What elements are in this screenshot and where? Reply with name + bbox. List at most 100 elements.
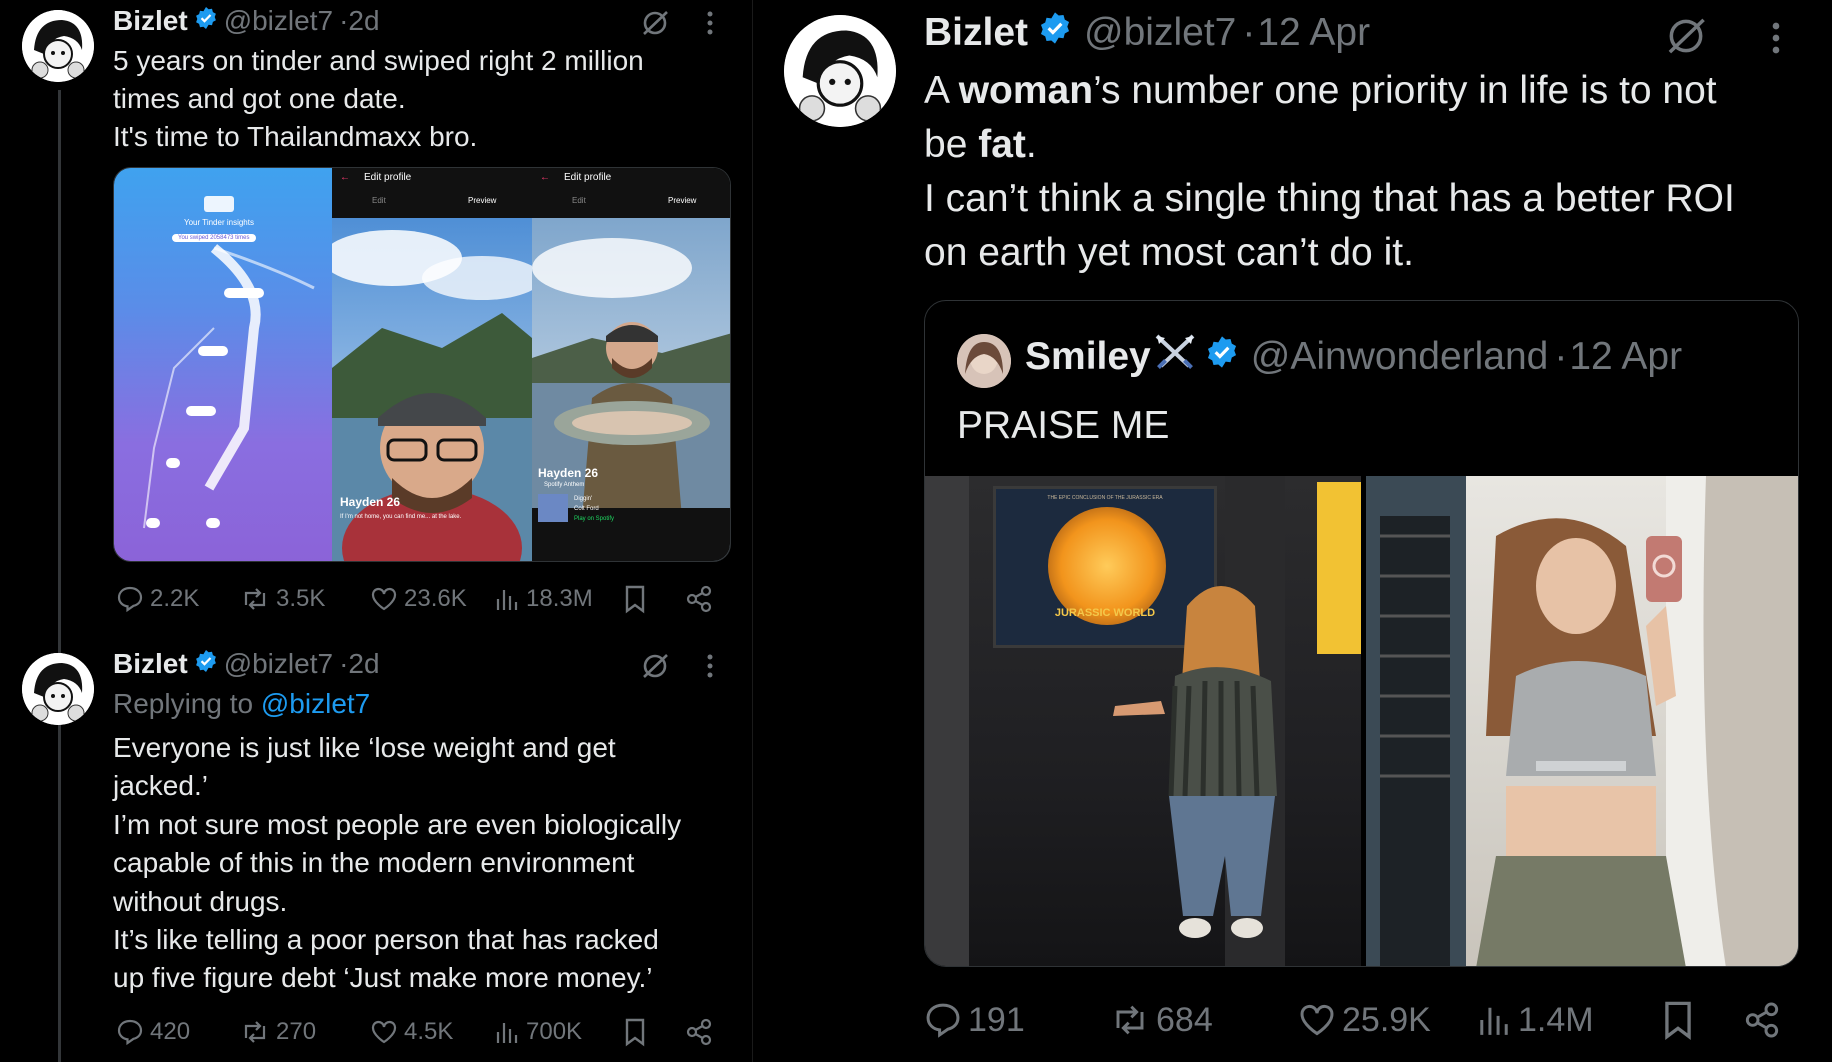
spotify-anthem-label: Spotify Anthem: [544, 482, 585, 488]
tweet-line: be fat.: [924, 118, 1804, 172]
avatar[interactable]: [22, 10, 94, 82]
tab-edit: Edit: [372, 196, 386, 205]
separator-dot: ·: [339, 648, 349, 679]
bookmark-button[interactable]: [622, 584, 648, 614]
author-handle[interactable]: @bizlet7: [1084, 11, 1236, 55]
more-options-icon[interactable]: [706, 8, 714, 43]
reply-icon: [117, 1019, 143, 1046]
replying-to: Replying to @bizlet7: [113, 688, 370, 720]
timestamp[interactable]: 2d: [348, 5, 379, 37]
tweet-line: Everyone is just like ‘lose weight and g…: [113, 732, 616, 763]
tweet-header: Bizlet @bizlet7 · 2d: [113, 4, 380, 38]
bookmark-icon: [625, 585, 645, 614]
analytics-icon: [496, 1023, 518, 1043]
quote-header: Smiley @Ainwonderland · 12 Apr: [1025, 334, 1682, 380]
views-button[interactable]: 18.3M: [494, 585, 593, 613]
tweet-actions: 420 270 4.5K 700K: [116, 1015, 736, 1049]
views-button[interactable]: 1.4M: [1476, 1001, 1594, 1040]
author-name[interactable]: Bizlet: [113, 648, 188, 680]
author-name[interactable]: Bizlet: [113, 5, 188, 37]
verified-badge-icon: [1205, 335, 1239, 379]
quote-tweet[interactable]: Smiley @Ainwonderland · 12 Apr PRAISE ME…: [924, 300, 1799, 967]
more-options-icon[interactable]: [1770, 18, 1782, 63]
funnel-graphic: [143, 196, 315, 529]
like-count: 25.9K: [1342, 1000, 1431, 1039]
like-count: 4.5K: [404, 1018, 454, 1045]
play-on-spotify: Play on Spotify: [574, 516, 615, 522]
author-name[interactable]: Bizlet: [924, 11, 1028, 55]
author-handle[interactable]: @bizlet7: [224, 5, 333, 37]
quote-timestamp[interactable]: 12 Apr: [1569, 335, 1682, 379]
quote-author-name[interactable]: Smiley: [1025, 335, 1151, 379]
repost-button[interactable]: 684: [1110, 1001, 1213, 1040]
profile-name-age: Hayden 26: [538, 466, 599, 480]
avatar[interactable]: [784, 15, 896, 127]
repost-button[interactable]: 270: [240, 1018, 316, 1046]
profile-photo-lake: [322, 218, 542, 561]
verified-badge-icon: [194, 648, 218, 680]
share-button[interactable]: [684, 1017, 714, 1047]
avatar[interactable]: [22, 653, 94, 725]
repost-count: 684: [1156, 1000, 1213, 1039]
tab-preview: Preview: [668, 196, 697, 205]
reply-button[interactable]: 191: [924, 1001, 1025, 1040]
selfie-scene: [1366, 476, 1798, 966]
column-divider: [752, 0, 753, 1062]
heart-icon: [1300, 1004, 1334, 1036]
profile-bio: If I'm not home, you can find me... at t…: [340, 514, 462, 520]
views-button[interactable]: 700K: [494, 1018, 582, 1046]
timestamp[interactable]: 12 Apr: [1257, 11, 1370, 55]
quote-avatar[interactable]: [957, 334, 1011, 388]
replying-to-label: Replying to: [113, 688, 254, 719]
bookmark-icon: [625, 1018, 645, 1047]
repost-icon: [1116, 1005, 1144, 1035]
reply-button[interactable]: 420: [116, 1018, 190, 1046]
timestamp[interactable]: 2d: [348, 648, 379, 680]
separator-dot: ·: [1554, 335, 1568, 378]
profile-name-age: Hayden 26: [340, 495, 401, 509]
share-icon: [686, 585, 712, 613]
person-silhouette: [925, 476, 1285, 966]
edit-profile-title: Edit profile: [364, 172, 412, 183]
tweet-line: up five figure debt ‘Just make more mone…: [113, 962, 653, 994]
like-button[interactable]: 23.6K: [370, 585, 467, 613]
text-bold: fat: [978, 123, 1026, 166]
grok-icon[interactable]: [640, 8, 670, 43]
text-bold: woman: [958, 69, 1094, 112]
tweet-line: A woman’s number one priority in life is…: [924, 64, 1804, 118]
song-title: Diggin': [574, 496, 593, 502]
tweet-header: Bizlet @bizlet7 · 2d: [113, 647, 380, 681]
repost-button[interactable]: 3.5K: [240, 585, 325, 613]
bookmark-button[interactable]: [1660, 999, 1696, 1041]
author-handle[interactable]: @bizlet7: [224, 648, 333, 680]
share-button[interactable]: [684, 584, 714, 614]
share-icon: [1745, 1002, 1779, 1038]
reply-button[interactable]: 2.2K: [116, 585, 199, 613]
replying-to-handle[interactable]: @bizlet7: [261, 688, 370, 719]
quote-author-handle[interactable]: @Ainwonderland: [1251, 335, 1549, 379]
share-button[interactable]: [1742, 1000, 1782, 1040]
reply-count: 2.2K: [150, 585, 200, 612]
heart-icon: [371, 1020, 397, 1044]
grok-icon[interactable]: [1664, 14, 1708, 63]
tweet-line: I can’t think a single thing that has a …: [924, 177, 1735, 220]
profile-preview-b: ← Edit profile Edit Preview Hayden 26 Sp…: [532, 168, 730, 561]
more-options-icon[interactable]: [706, 651, 714, 686]
edit-profile-bar: ← Edit profile Edit Preview: [532, 168, 730, 218]
bookmark-icon: [1665, 1001, 1691, 1040]
grok-icon[interactable]: [640, 651, 670, 686]
share-icon: [686, 1018, 712, 1046]
album-art: [538, 494, 568, 522]
quote-photo-mirror-selfie: [1366, 476, 1798, 966]
separator-dot: ·: [339, 5, 349, 36]
tweet-line: It’s like telling a poor person that has…: [113, 924, 659, 956]
tweet-actions: 2.2K 3.5K 23.6K 18.3M: [116, 582, 736, 616]
bookmark-button[interactable]: [622, 1017, 648, 1047]
thread-connector: [58, 90, 61, 1062]
tweet-media[interactable]: Your Tinder insights You swiped 2058473 …: [113, 167, 731, 562]
like-button[interactable]: 4.5K: [370, 1018, 453, 1046]
views-count: 1.4M: [1518, 1000, 1594, 1039]
tweet-actions: 191 684 25.9K 1.4M: [924, 998, 1804, 1042]
back-arrow-icon: ←: [340, 172, 350, 183]
like-button[interactable]: 25.9K: [1298, 1001, 1431, 1040]
